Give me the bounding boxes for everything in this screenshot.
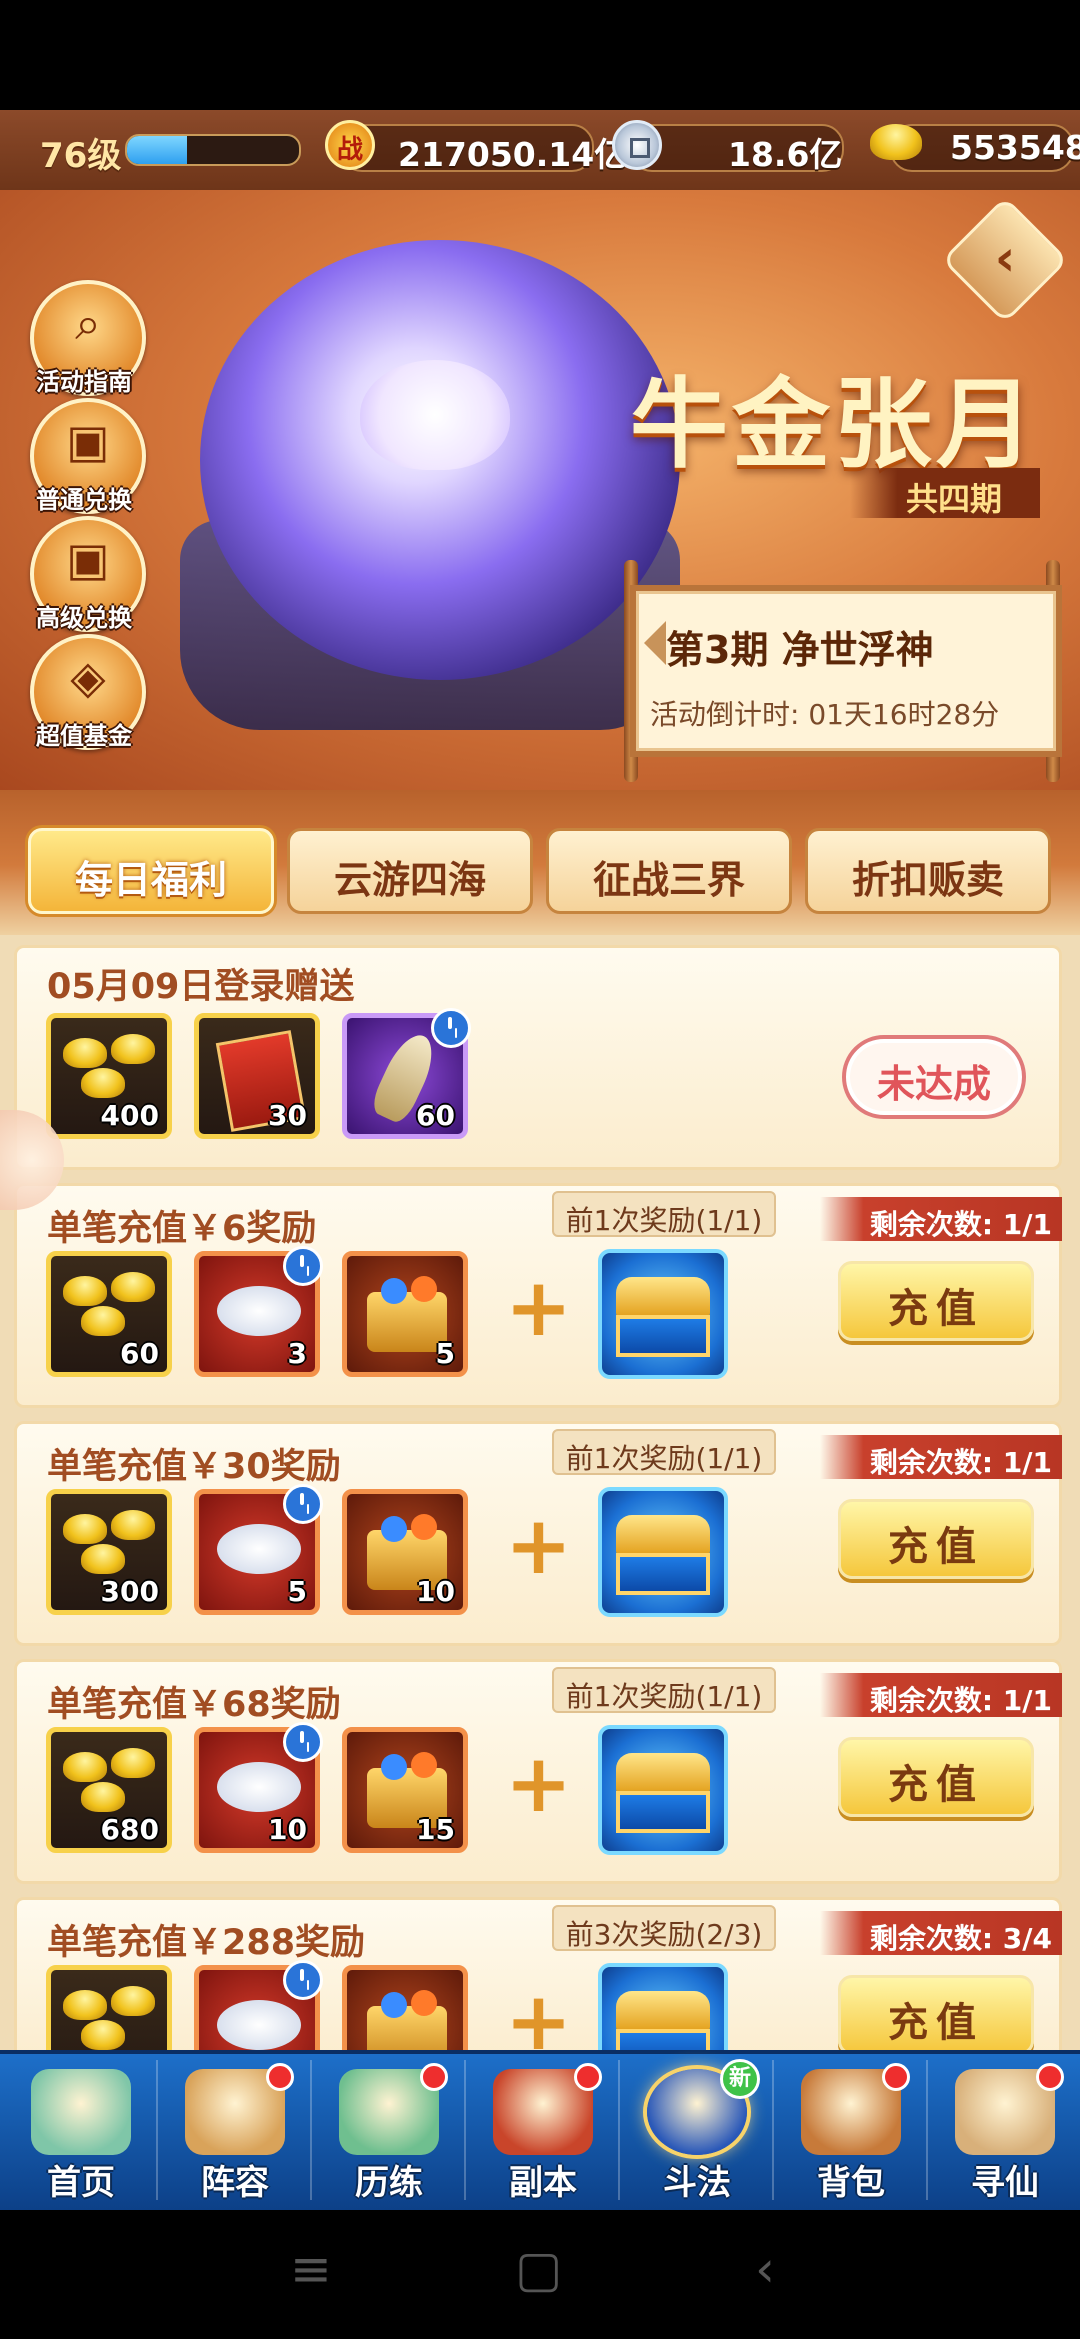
gold-ingot-icon <box>870 124 922 160</box>
tab-wander[interactable]: 云游四海 <box>287 828 533 914</box>
timed-clock-icon <box>283 1484 323 1524</box>
nav-divider <box>772 2060 774 2200</box>
plus-icon: + <box>505 1737 573 1830</box>
recharge-card-title: 单笔充值￥6奖励 <box>47 1209 317 1249</box>
player-level: 76级 <box>40 136 122 176</box>
nav-training[interactable]: 历练 <box>312 2055 466 2205</box>
timed-clock-icon <box>283 1246 323 1286</box>
recharge-button[interactable]: 充值 <box>838 1975 1034 2055</box>
nav-home-icon <box>31 2069 131 2155</box>
notification-dot-icon <box>420 2063 448 2091</box>
xp-bar-fill <box>127 136 188 164</box>
back-arrow-icon: ‹ <box>994 229 1016 287</box>
reward-item-treasure-chest[interactable]: 10 <box>342 1489 468 1615</box>
nav-divider <box>156 2060 158 2200</box>
treasure-icon: ◈ <box>70 650 106 704</box>
nav-divider <box>464 2060 466 2200</box>
recharge-button[interactable]: 充值 <box>838 1261 1034 1341</box>
tab-daily-welfare[interactable]: 每日福利 <box>28 828 274 914</box>
nav-home[interactable]: 首页 <box>4 2055 158 2205</box>
nav-divider <box>618 2060 620 2200</box>
login-reward-title: 05月09日登录赠送 <box>47 967 355 1007</box>
recharge-card-title: 单笔充值￥30奖励 <box>47 1447 341 1487</box>
notification-dot-icon <box>1036 2063 1064 2091</box>
phase-scroll: 第3期 净世浮神 活动倒计时: 01天16时28分 <box>630 585 1062 757</box>
phase-label: 第3期 净世浮神 <box>666 628 934 672</box>
system-menu-icon[interactable]: ≡ <box>290 2240 332 2298</box>
reward-item-music-scroll[interactable]: 30 <box>194 1013 320 1139</box>
notification-dot-icon <box>882 2063 910 2091</box>
resource-bar: 76级 战 217050.14亿 18.6亿 553548 <box>0 110 1080 192</box>
nav-dungeon[interactable]: 副本 <box>466 2055 620 2205</box>
reward-item-gold-ingot[interactable]: 400 <box>46 1013 172 1139</box>
event-subtitle-tag: 共四期 <box>850 468 1040 518</box>
phase-prev-arrow-icon[interactable] <box>644 621 666 665</box>
notification-dot-icon <box>266 2063 294 2091</box>
new-badge: 新 <box>720 2059 760 2099</box>
magnifier-icon: ⌕ <box>75 296 101 350</box>
reward-item-blue-chest[interactable] <box>598 1249 728 1379</box>
first-reward-tag: 前1次奖励(1/1) <box>552 1429 776 1475</box>
plus-icon: + <box>505 1261 573 1354</box>
tab-campaign[interactable]: 征战三界 <box>546 828 792 914</box>
silver-value: 18.6亿 <box>728 135 843 174</box>
timed-clock-icon <box>431 1008 471 1048</box>
reward-item-treasure-chest[interactable]: 5 <box>342 1251 468 1377</box>
remaining-count-tag: 剩余次数: 1/1 <box>820 1435 1062 1479</box>
remaining-count-tag: 剩余次数: 1/1 <box>820 1197 1062 1241</box>
xp-bar <box>125 134 301 166</box>
recharge-button[interactable]: 充值 <box>838 1737 1034 1817</box>
system-back-icon[interactable]: ‹ <box>755 2240 775 2298</box>
recharge-card-title: 单笔充值￥68奖励 <box>47 1685 341 1725</box>
first-reward-tag: 前3次奖励(2/3) <box>552 1905 776 1951</box>
recharge-card-title: 单笔充值￥288奖励 <box>47 1923 366 1963</box>
combat-power-icon: 战 <box>325 120 375 170</box>
countdown-label: 活动倒计时: 01天16时28分 <box>650 698 1000 731</box>
nav-bag[interactable]: 背包 <box>774 2055 928 2205</box>
plus-icon: + <box>505 1499 573 1592</box>
reward-item-kite[interactable]: 3 <box>194 1246 323 1377</box>
silver-coin-icon <box>612 120 662 170</box>
reward-item-kite[interactable]: 5 <box>194 1484 323 1615</box>
reward-item-bamboo-shoot[interactable]: 60 <box>342 1008 471 1139</box>
status-bar <box>0 0 1080 110</box>
timed-clock-icon <box>283 1960 323 2000</box>
reward-item-blue-chest[interactable] <box>598 1487 728 1617</box>
tab-discount-sale[interactable]: 折扣贩卖 <box>805 828 1051 914</box>
reward-item-gold-ingot[interactable]: 300 <box>46 1489 172 1615</box>
recharge-button[interactable]: 充值 <box>838 1499 1034 1579</box>
reward-item-blue-chest[interactable] <box>598 1725 728 1855</box>
side-normal-exchange-label: 普通兑换 <box>36 486 132 514</box>
nav-divider <box>310 2060 312 2200</box>
nav-divider <box>926 2060 928 2200</box>
combat-power-value: 217050.14亿 <box>398 135 628 174</box>
gift-box-icon: ▣ <box>66 532 110 586</box>
reward-item-kite[interactable]: 10 <box>194 1722 323 1853</box>
event-title: 牛金张月 <box>630 368 1039 482</box>
nav-seek-immortal[interactable]: 寻仙 <box>928 2055 1080 2205</box>
first-reward-tag: 前1次奖励(1/1) <box>552 1667 776 1713</box>
reward-item-gold-ingot[interactable]: 680 <box>46 1727 172 1853</box>
notification-dot-icon <box>574 2063 602 2091</box>
first-reward-tag: 前1次奖励(1/1) <box>552 1191 776 1237</box>
gift-box-icon: ▣ <box>66 414 110 468</box>
reward-item-treasure-chest[interactable]: 15 <box>342 1727 468 1853</box>
remaining-count-tag: 剩余次数: 1/1 <box>820 1673 1062 1717</box>
timed-clock-icon <box>283 1722 323 1762</box>
remaining-count-tag: 剩余次数: 3/4 <box>820 1911 1062 1955</box>
not-achieved-button[interactable]: 未达成 <box>842 1035 1026 1119</box>
system-home-icon[interactable]: ▢ <box>515 2240 562 2298</box>
side-value-fund-label: 超值基金 <box>36 722 132 750</box>
side-activity-guide-label: 活动指南 <box>36 368 132 396</box>
lotus-art <box>360 360 510 470</box>
side-premium-exchange-label: 高级兑换 <box>36 604 132 632</box>
gold-value: 553548 <box>950 128 1080 167</box>
nav-duel[interactable]: 新 斗法 <box>620 2055 774 2205</box>
nav-lineup[interactable]: 阵容 <box>158 2055 312 2205</box>
reward-item-gold-ingot[interactable]: 60 <box>46 1251 172 1377</box>
